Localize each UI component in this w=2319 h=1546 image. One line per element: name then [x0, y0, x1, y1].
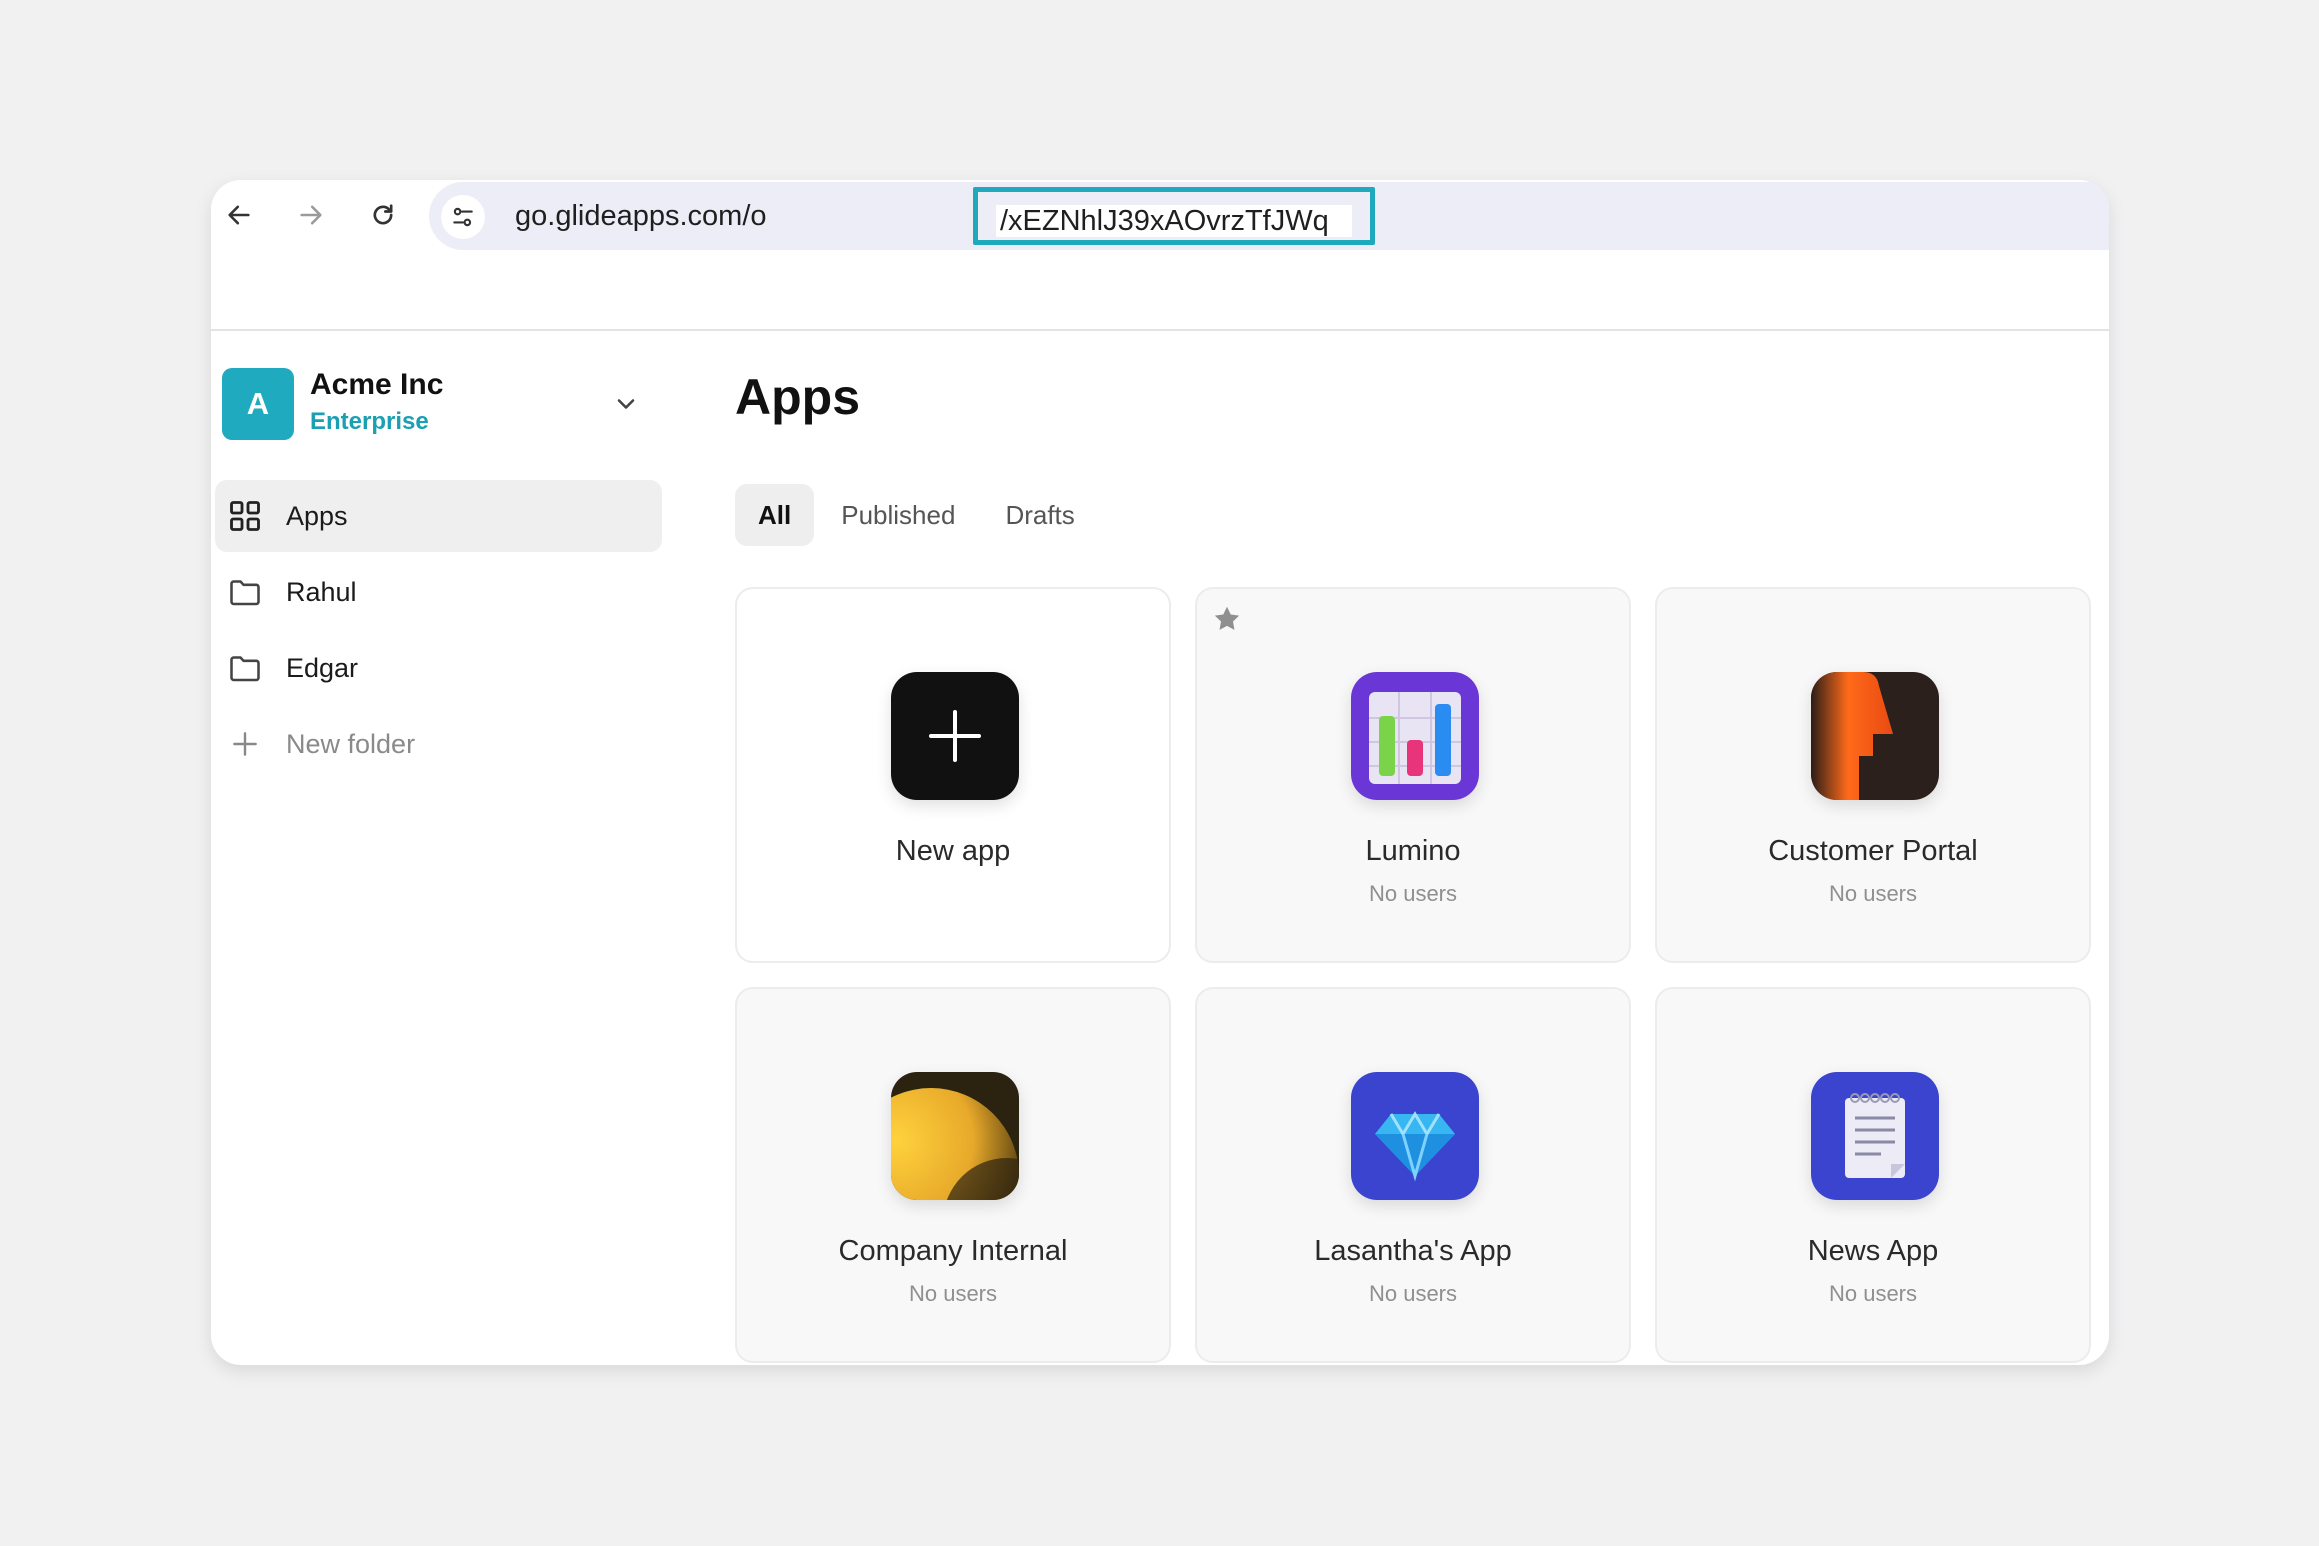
app-card-lasanthas-app[interactable]: Lasantha's App No users: [1195, 987, 1631, 1363]
app-users: No users: [1368, 1281, 1458, 1306]
app-title: Company Internal: [838, 1235, 1068, 1267]
filter-tabs: All Published Drafts: [735, 484, 1102, 546]
app-title: New app: [895, 835, 1011, 867]
chevron-down-icon[interactable]: [612, 390, 640, 418]
tab-drafts[interactable]: Drafts: [982, 484, 1097, 546]
sidebar-item-label: Rahul: [286, 576, 357, 607]
sidebar-item-label: Edgar: [286, 652, 359, 683]
url-host: go.glideapps.com/o: [515, 200, 767, 232]
chart-app-icon: [1351, 672, 1479, 800]
notepad-icon: [1811, 1072, 1939, 1200]
app-title: Lumino: [1365, 835, 1461, 867]
browser-toolbar: go.glideapps.com/o /xEZNhlJ39xAOvrzTfJWq: [211, 180, 2109, 250]
new-folder-button[interactable]: New folder: [215, 708, 662, 780]
folder-icon: [227, 650, 263, 686]
reload-button[interactable]: [365, 197, 401, 233]
app-card-news-app[interactable]: News App No users: [1655, 987, 2091, 1363]
org-plan: Enterprise: [310, 408, 429, 435]
sidebar-item-label: New folder: [286, 728, 416, 759]
sidebar-item-label: Apps: [286, 500, 348, 531]
sidebar-item-edgar[interactable]: Edgar: [215, 632, 662, 704]
url-highlight-box: /xEZNhlJ39xAOvrzTfJWq: [973, 187, 1375, 245]
plus-icon: [227, 726, 263, 762]
org-switcher[interactable]: A Acme Inc Enterprise: [222, 368, 662, 440]
forward-button[interactable]: [293, 197, 329, 233]
app-users: No users: [1828, 1281, 1918, 1306]
diamond-icon: [1351, 1072, 1479, 1200]
folder-icon: [227, 574, 263, 610]
site-info-button[interactable]: [441, 195, 485, 239]
app-card-company-internal[interactable]: Company Internal No users: [735, 987, 1171, 1363]
app-card-lumino[interactable]: Lumino No users: [1195, 587, 1631, 963]
page-title: Apps: [735, 369, 860, 425]
arrow-left-icon: [228, 205, 250, 225]
browser-window: go.glideapps.com/o /xEZNhlJ39xAOvrzTfJWq…: [211, 180, 2109, 1365]
app-users: No users: [908, 1281, 998, 1306]
sidebar-item-apps[interactable]: Apps: [215, 480, 662, 552]
arrow-right-icon: [300, 205, 322, 225]
new-app-card[interactable]: New app: [735, 587, 1171, 963]
app-users: No users: [1368, 881, 1458, 906]
grid-icon: [227, 498, 263, 534]
header-divider: [211, 329, 2109, 331]
org-name: Acme Inc: [310, 368, 444, 401]
sun-app-icon: [891, 1072, 1019, 1200]
app-card-customer-portal[interactable]: Customer Portal No users: [1655, 587, 2091, 963]
plus-icon: [891, 672, 1019, 800]
app-title: Lasantha's App: [1314, 1235, 1512, 1267]
sidebar-item-rahul[interactable]: Rahul: [215, 556, 662, 628]
tune-icon: [453, 207, 473, 227]
back-button[interactable]: [221, 197, 257, 233]
app-users: No users: [1828, 881, 1918, 906]
tab-published[interactable]: Published: [818, 484, 978, 546]
url-path[interactable]: /xEZNhlJ39xAOvrzTfJWq: [996, 205, 1352, 237]
app-title: Customer Portal: [1768, 835, 1978, 867]
address-bar[interactable]: go.glideapps.com/o /xEZNhlJ39xAOvrzTfJWq: [429, 182, 2109, 250]
profile-head-icon: [1811, 672, 1939, 800]
reload-icon: [373, 204, 393, 225]
org-avatar: A: [222, 368, 294, 440]
app-title: News App: [1807, 1235, 1939, 1267]
tab-all[interactable]: All: [735, 484, 815, 546]
star-icon[interactable]: [1211, 603, 1243, 635]
